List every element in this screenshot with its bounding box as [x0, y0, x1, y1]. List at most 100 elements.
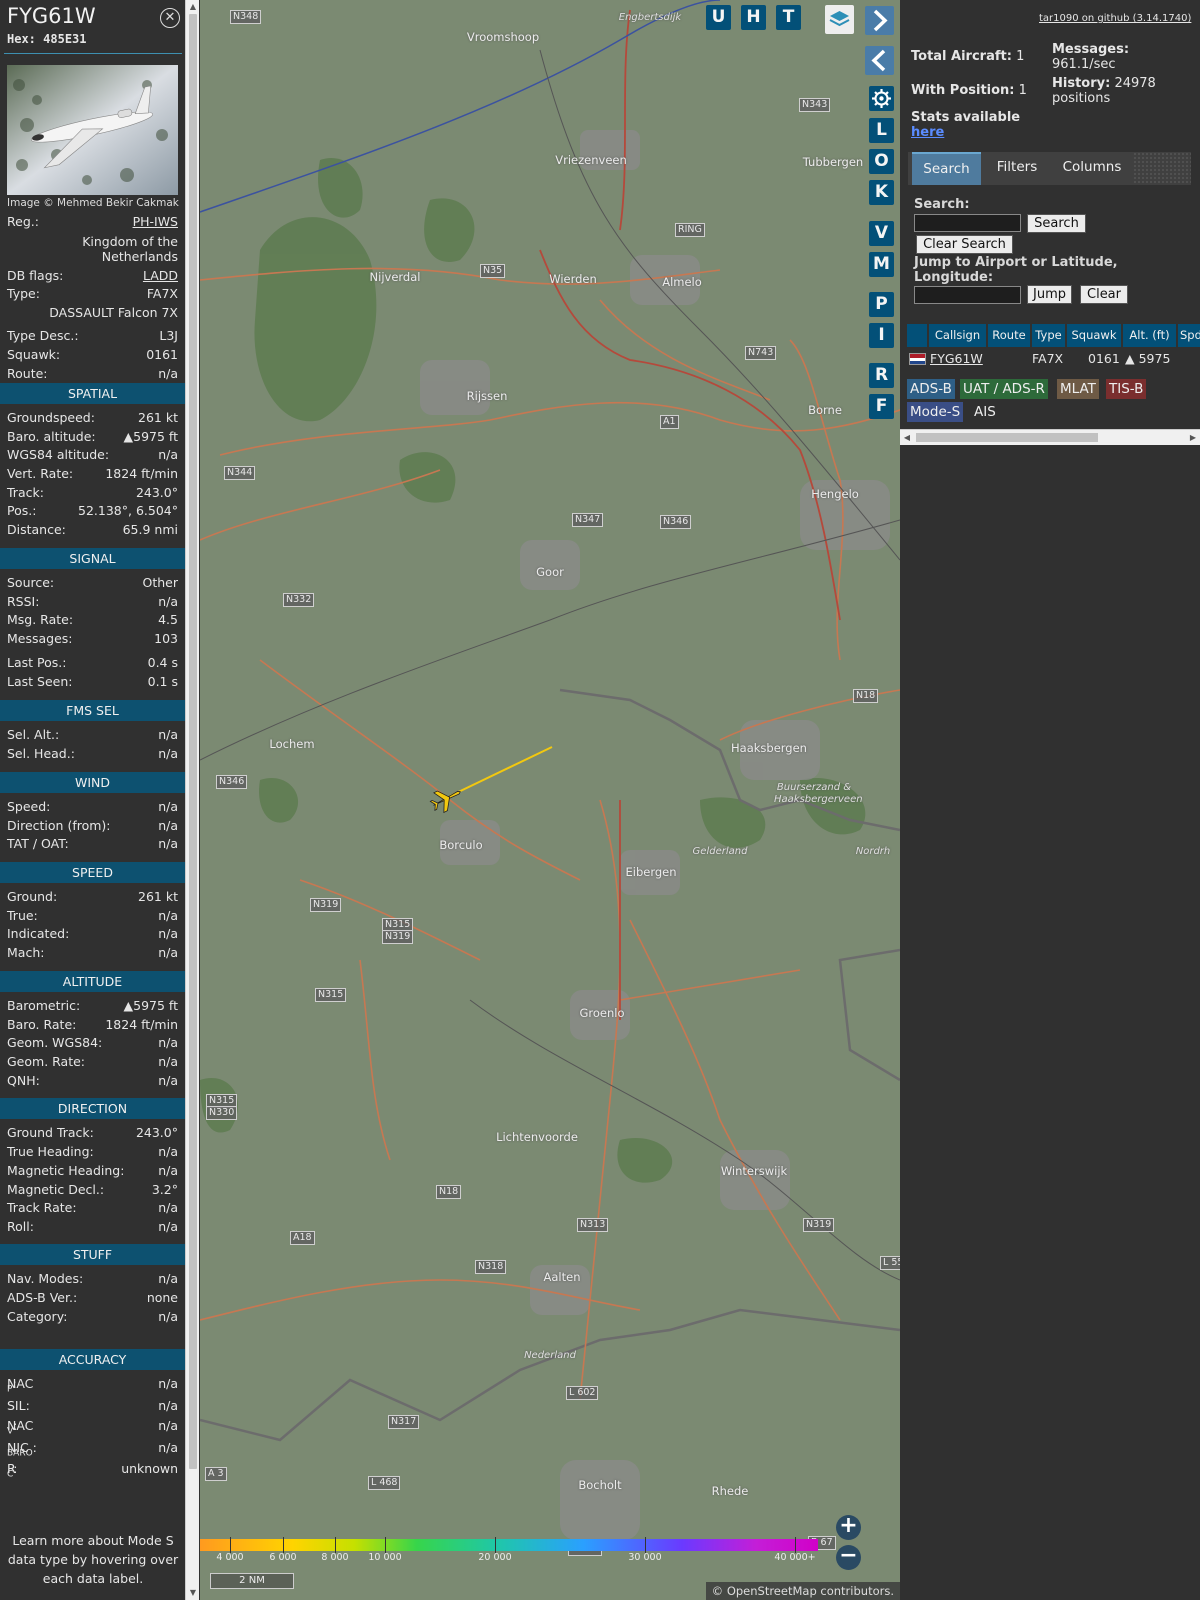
source-tisb-badge[interactable]: TIS-B: [1106, 379, 1147, 399]
source-modes-badge[interactable]: Mode-S: [907, 402, 964, 422]
clear-jump-button[interactable]: Clear: [1080, 285, 1128, 304]
field-label[interactable]: Distance:: [7, 522, 66, 537]
field-label[interactable]: Speed:: [7, 799, 50, 814]
field-label[interactable]: WGS84 altitude:: [7, 447, 109, 462]
field-label[interactable]: Magnetic Heading:: [7, 1163, 124, 1178]
scroll-up-icon[interactable]: ▲: [186, 0, 200, 14]
column-flag[interactable]: [907, 324, 927, 347]
expand-sidebar-icon[interactable]: [865, 6, 894, 35]
field-label[interactable]: Ground:: [7, 889, 57, 904]
toggle-u-button[interactable]: U: [706, 5, 731, 30]
field-label[interactable]: SIL:: [7, 1398, 30, 1413]
hscroll-thumb[interactable]: [916, 433, 1098, 442]
field-label[interactable]: NAC: [7, 1418, 33, 1433]
field-label[interactable]: Source:: [7, 575, 54, 590]
field-label[interactable]: RSSI:: [7, 594, 39, 609]
db-flags-link[interactable]: LADD: [143, 268, 178, 283]
osm-link[interactable]: OpenStreetMap: [727, 1584, 817, 1598]
source-ais-badge[interactable]: AIS: [971, 402, 999, 422]
field-label[interactable]: Direction (from):: [7, 818, 111, 833]
scroll-right-icon[interactable]: ▶: [1186, 430, 1200, 445]
toggle-p-button[interactable]: P: [869, 292, 894, 317]
field-label[interactable]: Vert. Rate:: [7, 466, 73, 481]
field-label[interactable]: Magnetic Decl.:: [7, 1182, 104, 1197]
reg-link[interactable]: PH-IWS: [133, 214, 178, 229]
jump-button[interactable]: Jump: [1027, 285, 1072, 304]
clear-search-button[interactable]: Clear Search: [916, 235, 1013, 254]
field-label[interactable]: Baro. Rate:: [7, 1017, 76, 1032]
field-label[interactable]: Ground Track:: [7, 1125, 94, 1140]
map-view[interactable]: Vroomshoop Vriezenveen Tubbergen Nijverdal W…: [200, 0, 900, 1600]
field-label[interactable]: Barometric:: [7, 998, 80, 1013]
toggle-r-button[interactable]: R: [869, 363, 894, 388]
field-label[interactable]: Pos.:: [7, 503, 36, 518]
field-label[interactable]: ADS-B Ver.:: [7, 1290, 77, 1305]
column-route[interactable]: Route: [988, 324, 1030, 347]
toggle-l-button[interactable]: L: [869, 118, 894, 143]
toggle-k-button[interactable]: K: [869, 180, 894, 205]
toggle-v-button[interactable]: V: [869, 221, 894, 246]
layers-icon[interactable]: [825, 5, 854, 34]
toggle-i-button[interactable]: I: [869, 323, 894, 348]
zoom-in-icon[interactable]: +: [836, 1515, 861, 1540]
column-speed[interactable]: Spd: [1178, 324, 1200, 347]
field-label[interactable]: Geom. Rate:: [7, 1054, 85, 1069]
field-label[interactable]: Mach:: [7, 945, 44, 960]
column-type[interactable]: Type: [1032, 324, 1065, 347]
field-label[interactable]: Geom. WGS84:: [7, 1035, 102, 1050]
field-label[interactable]: QNH:: [7, 1073, 40, 1088]
tab-search[interactable]: Search: [912, 152, 981, 185]
toggle-t-button[interactable]: T: [776, 5, 801, 30]
field-label[interactable]: True Heading:: [7, 1144, 94, 1159]
field-label[interactable]: Msg. Rate:: [7, 612, 73, 627]
source-mlat-badge[interactable]: MLAT: [1057, 379, 1099, 399]
toggle-f-button[interactable]: F: [869, 394, 894, 419]
toggle-o-button[interactable]: O: [869, 149, 894, 174]
messages-rate: 961.1/sec: [1052, 57, 1116, 72]
field-label[interactable]: True:: [7, 908, 38, 923]
row-callsign[interactable]: FYG61W: [930, 350, 983, 368]
jump-input[interactable]: [914, 286, 1021, 304]
github-link[interactable]: tar1090 on github (3.14.1740): [1039, 13, 1191, 24]
field-label[interactable]: Track:: [7, 485, 44, 500]
field-label[interactable]: Messages:: [7, 631, 73, 646]
field-label[interactable]: NIC: [7, 1440, 29, 1455]
info-panel-scrollbar[interactable]: ▲ ▼: [185, 0, 199, 1600]
source-uat-badge[interactable]: UAT / ADS-R: [960, 379, 1048, 399]
field-label[interactable]: NAC: [7, 1376, 33, 1391]
aircraft-photo[interactable]: [7, 65, 178, 195]
table-horizontal-scrollbar[interactable]: ◀ ▶: [900, 429, 1200, 445]
tab-filters[interactable]: Filters: [984, 152, 1050, 185]
field-label[interactable]: Track Rate:: [7, 1200, 77, 1215]
field-label[interactable]: Roll:: [7, 1219, 34, 1234]
field-label[interactable]: Indicated:: [7, 926, 69, 941]
column-squawk[interactable]: Squawk: [1067, 324, 1121, 347]
column-callsign[interactable]: Callsign: [929, 324, 986, 347]
field-label[interactable]: Category:: [7, 1309, 67, 1324]
stats-link[interactable]: here: [911, 125, 944, 140]
field-label[interactable]: Baro. altitude:: [7, 429, 96, 444]
search-button[interactable]: Search: [1027, 214, 1086, 233]
scrollbar-thumb[interactable]: [189, 14, 197, 1469]
source-adsb-badge[interactable]: ADS-B: [907, 379, 955, 399]
tab-columns[interactable]: Columns: [1054, 152, 1130, 185]
scroll-left-icon[interactable]: ◀: [900, 430, 914, 445]
field-label[interactable]: Sel. Alt.:: [7, 727, 59, 742]
search-input[interactable]: [914, 214, 1021, 232]
field-label[interactable]: Last Seen:: [7, 674, 72, 689]
field-label[interactable]: Sel. Head.:: [7, 746, 75, 761]
aircraft-marker-icon[interactable]: [428, 784, 464, 814]
field-label[interactable]: Last Pos.:: [7, 655, 66, 670]
settings-gear-icon[interactable]: [869, 86, 894, 111]
close-icon[interactable]: ✕: [160, 8, 180, 28]
toggle-m-button[interactable]: M: [869, 252, 894, 277]
field-label[interactable]: Nav. Modes:: [7, 1271, 83, 1286]
field-label[interactable]: Groundspeed:: [7, 410, 95, 425]
zoom-out-icon[interactable]: −: [836, 1545, 861, 1570]
toggle-h-button[interactable]: H: [741, 5, 766, 30]
scroll-down-icon[interactable]: ▼: [186, 1586, 200, 1600]
field-label[interactable]: R: [7, 1461, 16, 1476]
field-label[interactable]: TAT / OAT:: [7, 836, 69, 851]
column-altitude[interactable]: Alt. (ft): [1123, 324, 1176, 347]
collapse-sidebar-icon[interactable]: [865, 46, 894, 75]
